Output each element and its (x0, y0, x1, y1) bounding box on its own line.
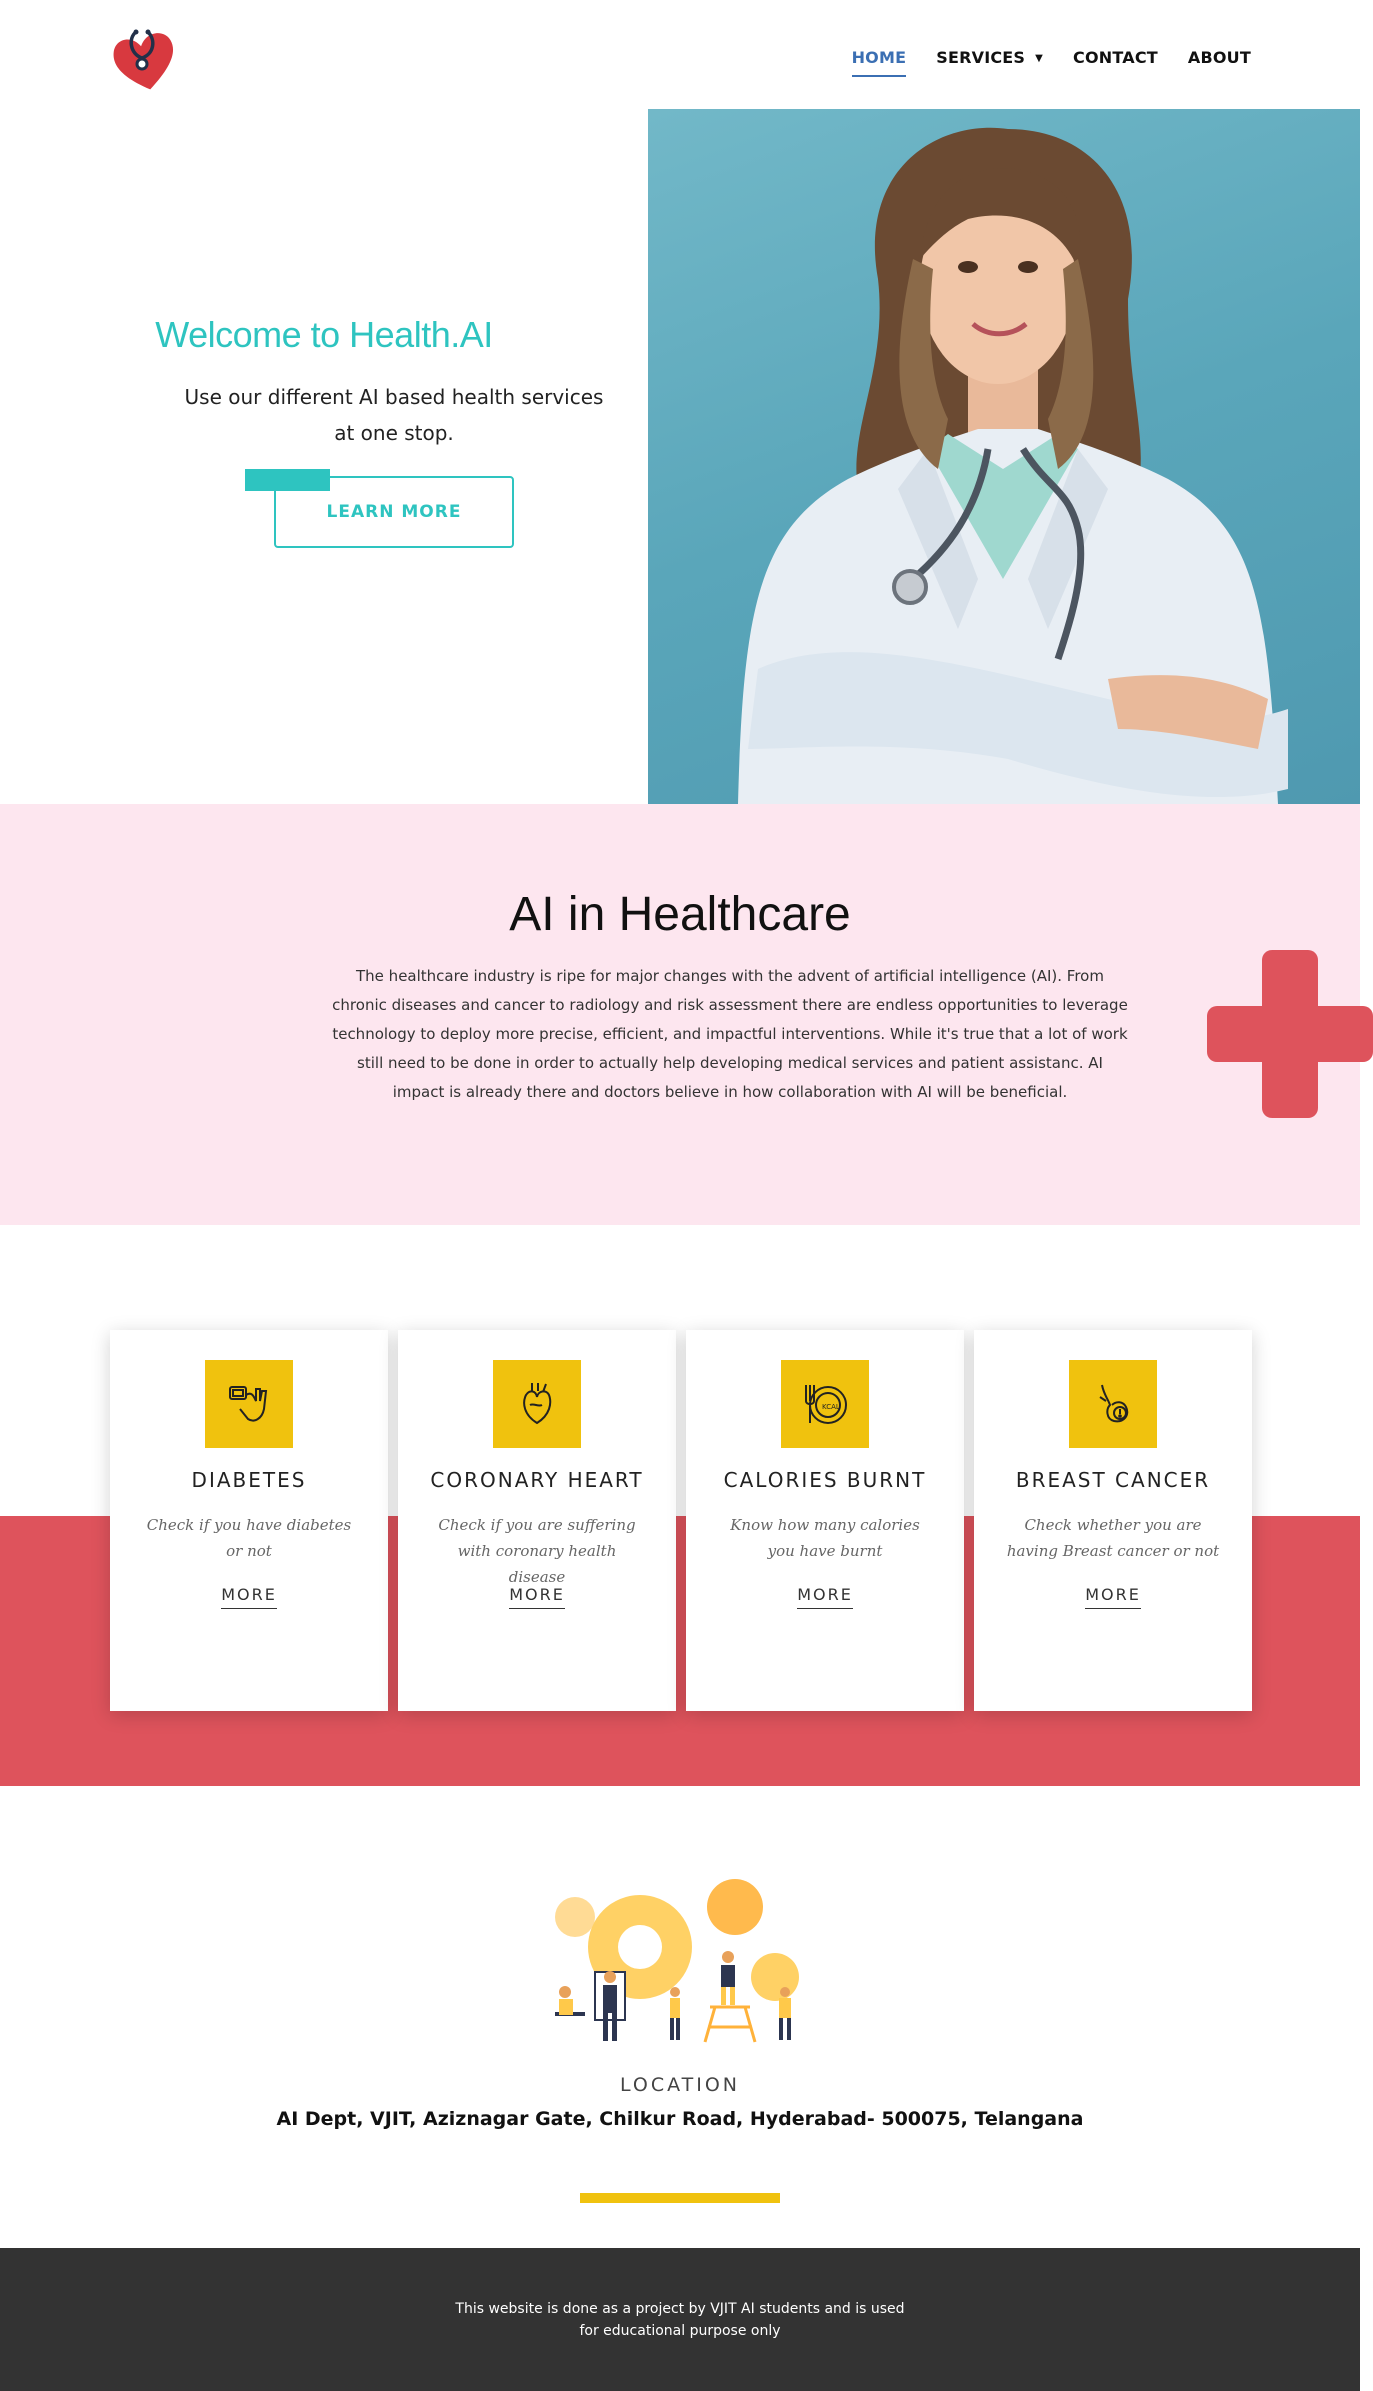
location-label: LOCATION (619, 2074, 741, 2096)
section-text: The healthcare industry is ripe for majo… (332, 967, 1128, 1101)
service-card-breast-cancer[interactable]: BREAST CANCER Check whether you are havi… (974, 1330, 1252, 1711)
calories-plate-icon: KCAL (781, 1360, 869, 1448)
learn-more-button[interactable]: LEARN MORE (274, 476, 514, 548)
top-nav: HOME SERVICES ▼ CONTACT ABOUT (0, 0, 1373, 109)
doctor-photo (648, 109, 1360, 804)
hero-section: Welcome to Health.AI Use our different A… (0, 109, 648, 804)
card-title: BREAST CANCER (1015, 1468, 1211, 1492)
service-card-coronary-heart[interactable]: CORONARY HEART Check if you are sufferin… (398, 1330, 676, 1711)
card-more-wrapper: MORE (974, 1585, 1252, 1609)
service-card-calories-burnt[interactable]: KCAL CALORIES BURNT Know how many calori… (686, 1330, 964, 1711)
divider-bar (580, 2193, 780, 2203)
nav-item-contact[interactable]: CONTACT (1073, 48, 1158, 77)
ai-healthcare-section: AI in Healthcare The healthcare industry… (0, 804, 1373, 1225)
nav-item-services[interactable]: SERVICES ▼ (936, 48, 1043, 77)
more-link[interactable]: MORE (509, 1585, 565, 1609)
heart-organ-icon (493, 1360, 581, 1448)
nav-menu: HOME SERVICES ▼ CONTACT ABOUT (851, 48, 1251, 77)
card-title: CALORIES BURNT (723, 1468, 927, 1492)
teamwork-gears-illustration (545, 1877, 815, 2047)
medical-cross-icon-bar (1207, 1006, 1373, 1062)
caret-down-icon: ▼ (1035, 53, 1044, 64)
service-card-diabetes[interactable]: DIABETES Check if you have diabetes or n… (110, 1330, 388, 1711)
footer: This website is done as a project by VJI… (0, 2248, 1360, 2391)
card-description: Know how many calories you have burnt (730, 1516, 920, 1560)
more-link[interactable]: MORE (1085, 1585, 1141, 1609)
card-description: Check whether you are having Breast canc… (1006, 1516, 1220, 1560)
nav-item-about[interactable]: ABOUT (1188, 48, 1251, 77)
section-title: AI in Healthcare (509, 888, 851, 941)
nav-item-home[interactable]: HOME (851, 48, 907, 77)
card-more-wrapper: MORE (398, 1585, 676, 1609)
footer-text-wrapper: This website is done as a project by VJI… (0, 2298, 1360, 2342)
hero-subtitle: Use our different AI based health servic… (184, 385, 604, 445)
nav-item-services-label: SERVICES (936, 48, 1026, 67)
card-description: Check if you are suffering with coronary… (438, 1516, 636, 1586)
breast-cancer-icon (1069, 1360, 1157, 1448)
card-description: Check if you have diabetes or not (146, 1516, 352, 1560)
card-title: CORONARY HEART (430, 1468, 644, 1492)
location-address: AI Dept, VJIT, Aziznagar Gate, Chilkur R… (276, 2108, 1084, 2130)
svg-text:KCAL: KCAL (822, 1403, 840, 1411)
card-more-wrapper: MORE (686, 1585, 964, 1609)
card-title: DIABETES (191, 1468, 307, 1492)
footer-text: This website is done as a project by VJI… (455, 2301, 905, 2339)
more-link[interactable]: MORE (221, 1585, 277, 1609)
glucose-meter-icon (205, 1360, 293, 1448)
card-more-wrapper: MORE (110, 1585, 388, 1609)
heart-stethoscope-icon[interactable] (108, 24, 180, 96)
hero-title: Welcome to Health.AI (155, 314, 493, 355)
more-link[interactable]: MORE (797, 1585, 853, 1609)
